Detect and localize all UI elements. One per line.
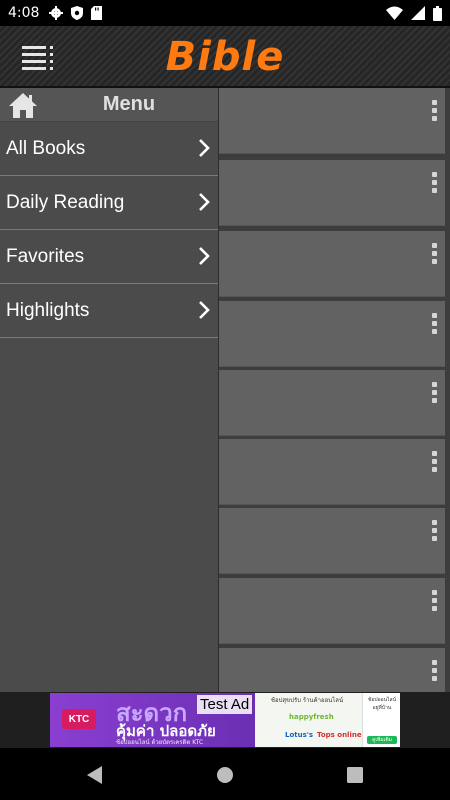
ad-bar: KTC สะดวก คุ้มค่า ปลอดภัย ช้อปออนไลน์ ด้… xyxy=(0,692,450,748)
list-card[interactable] xyxy=(219,231,445,297)
app-title: Bible xyxy=(165,34,285,80)
chevron-right-icon xyxy=(199,247,210,265)
status-bar: 4:08 xyxy=(0,0,450,26)
more-vert-icon[interactable] xyxy=(427,382,441,408)
ad-logo: Lotus's xyxy=(285,731,314,739)
recents-icon[interactable] xyxy=(344,764,366,786)
list-card[interactable] xyxy=(219,160,445,226)
chevron-right-icon xyxy=(199,139,210,157)
list-card[interactable] xyxy=(219,578,445,644)
ad-logo: Tops online xyxy=(317,731,362,739)
hamburger-menu-icon[interactable] xyxy=(22,44,56,72)
chevron-right-icon xyxy=(199,193,210,211)
back-icon[interactable] xyxy=(84,764,106,786)
ad-brand-logo: KTC xyxy=(62,709,96,729)
drawer-item-label: Highlights xyxy=(6,299,90,321)
home-icon[interactable] xyxy=(8,91,38,119)
ad-side-button[interactable]: ดูเพิ่มเติม xyxy=(367,736,397,744)
more-vert-icon[interactable] xyxy=(427,520,441,546)
home-circle-icon[interactable] xyxy=(214,764,236,786)
list-card[interactable] xyxy=(219,439,445,505)
ad-fineprint: ช้อปออนไลน์ ด้วยบัตรเครดิต KTC xyxy=(116,739,204,746)
ad-side-panel: ช้อปออนไลน์ อยู่ที่บ้าน ดูเพิ่มเติม xyxy=(362,693,400,747)
drawer-item-label: Favorites xyxy=(6,245,85,267)
drawer-item-label: Daily Reading xyxy=(6,191,125,213)
card-list xyxy=(219,88,450,692)
ad-logo: happyfresh xyxy=(289,713,334,721)
gear-icon xyxy=(49,6,64,20)
more-vert-icon[interactable] xyxy=(427,451,441,477)
more-vert-icon[interactable] xyxy=(427,590,441,616)
nav-drawer: Menu All Books Daily Reading Favorites H… xyxy=(0,88,219,692)
list-card[interactable] xyxy=(219,370,445,436)
sd-card-icon xyxy=(91,6,103,20)
system-nav-bar xyxy=(0,748,450,800)
status-time: 4:08 xyxy=(8,5,40,21)
test-ad-label: Test Ad xyxy=(197,695,253,714)
drawer-item-all-books[interactable]: All Books xyxy=(0,122,218,176)
ad-right-panel: ช้อปสุขปรับ ร้านค้าออนไลน์ happyfresh Lo… xyxy=(255,693,400,747)
list-card[interactable] xyxy=(219,301,445,367)
more-vert-icon[interactable] xyxy=(427,172,441,198)
list-card[interactable] xyxy=(219,88,445,154)
drawer-item-daily-reading[interactable]: Daily Reading xyxy=(0,176,218,230)
battery-icon xyxy=(433,5,442,21)
wifi-icon xyxy=(386,6,403,20)
app-bar: Bible xyxy=(0,26,450,88)
ad-banner[interactable]: KTC สะดวก คุ้มค่า ปลอดภัย ช้อปออนไลน์ ด้… xyxy=(50,693,400,747)
drawer-header: Menu xyxy=(0,88,218,122)
drawer-item-highlights[interactable]: Highlights xyxy=(0,284,218,338)
ad-side-text: ช้อปออนไลน์ อยู่ที่บ้าน xyxy=(368,697,396,711)
signal-icon xyxy=(411,6,425,20)
more-vert-icon[interactable] xyxy=(427,100,441,126)
list-card[interactable] xyxy=(219,648,445,692)
drawer-item-label: All Books xyxy=(6,137,86,159)
shield-icon xyxy=(71,6,84,20)
more-vert-icon[interactable] xyxy=(427,243,441,269)
more-vert-icon[interactable] xyxy=(427,313,441,339)
chevron-right-icon xyxy=(199,301,210,319)
list-card[interactable] xyxy=(219,508,445,574)
ad-right-header: ช้อปสุขปรับ ร้านค้าออนไลน์ xyxy=(270,697,344,704)
main-content: Menu All Books Daily Reading Favorites H… xyxy=(0,88,450,692)
more-vert-icon[interactable] xyxy=(427,660,441,686)
drawer-item-favorites[interactable]: Favorites xyxy=(0,230,218,284)
